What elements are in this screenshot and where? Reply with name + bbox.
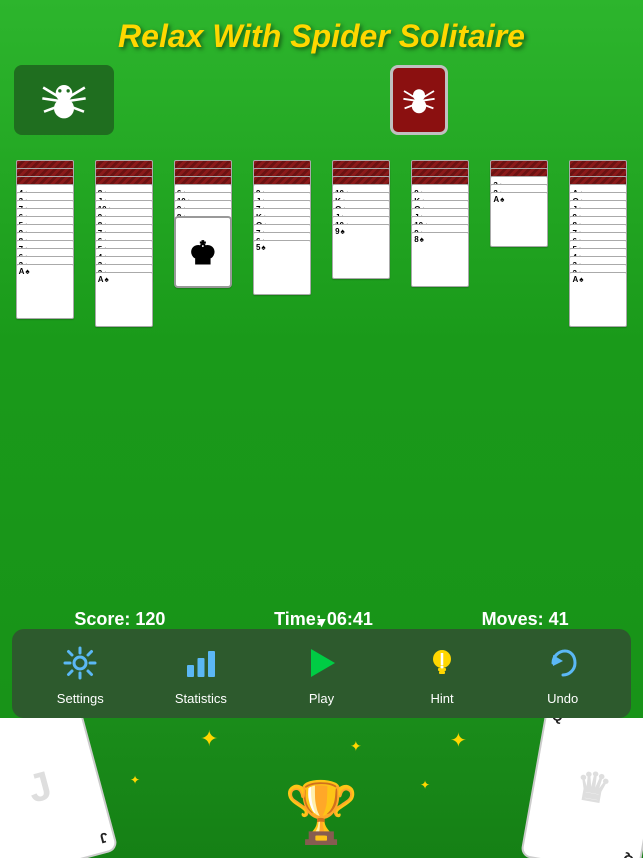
statistics-icon [179,641,223,685]
hint-button[interactable]: Hint [412,641,472,706]
trophy-icon: 🏆 [284,777,359,848]
card-last[interactable]: A [490,192,548,247]
corner-card-left: J J J [0,718,119,858]
star-decoration: ✦ [350,738,362,755]
card-last[interactable]: A [569,272,627,327]
star-decoration: ✦ [200,726,218,752]
page-title: Relax With Spider Solitaire [0,0,643,65]
corner-card-right: Q Q ♛ [520,718,643,858]
card-last[interactable]: A [95,272,153,327]
column-7: 3 2 A [481,160,558,395]
undo-button[interactable]: Undo [533,641,593,706]
settings-label: Settings [57,691,104,706]
column-3: 6 10 9 8 ♚ [164,160,241,395]
king-card[interactable]: ♚ [174,216,232,288]
star-decoration: ✦ [420,778,430,792]
hint-label: Hint [431,691,454,706]
game-area: 4 3 7 6 5 9 8 7 6 2 A 8 J 10 9 [0,65,643,605]
play-icon [299,641,343,685]
column-2: 8 J 10 9 8 7 6 5 4 3 2 A [85,160,162,395]
spider-logo-red [390,65,448,135]
column-6: 9 K Q J 10 9 8 [402,160,479,395]
hint-icon [420,641,464,685]
play-label: Play [309,691,334,706]
card-table: 4 3 7 6 5 9 8 7 6 2 A 8 J 10 9 [6,160,637,395]
column-4: 9 J 7 K Q 7 6 5 [243,160,320,395]
settings-button[interactable]: Settings [50,641,110,706]
undo-label: Undo [547,691,578,706]
timer-arrow: ▼ [315,614,329,630]
spider-logo-green [14,65,114,135]
card-last[interactable]: A [16,264,74,319]
column-8: A Q J 9 8 7 6 5 4 3 2 A [560,160,637,395]
score-display: Score: 120 [74,609,165,630]
column-1: 4 3 7 6 5 9 8 7 6 2 A [6,160,83,395]
card-last[interactable]: 5 [253,240,311,295]
statistics-button[interactable]: Statistics [171,641,231,706]
card-last[interactable]: 9 [332,224,390,279]
app-container: Relax With Spider Solitaire [0,0,643,858]
column-5: 10 K Q J 10 9 [323,160,400,395]
settings-icon [58,641,102,685]
play-button[interactable]: Play [291,641,351,706]
spider-icon-green [39,75,89,125]
star-decoration: ✦ [130,773,140,787]
statistics-label: Statistics [175,691,227,706]
toolbar: Settings Statistics Play [12,629,631,718]
card-last[interactable]: 8 [411,232,469,287]
spider-icon-red [401,82,437,118]
star-decoration: ✦ [450,728,467,753]
undo-icon [541,641,585,685]
bottom-decoration: ✦ ✦ ✦ ✦ ✦ ✦ ✦ 🏆 J J J Q Q ♛ [0,718,643,858]
moves-display: Moves: 41 [482,609,569,630]
